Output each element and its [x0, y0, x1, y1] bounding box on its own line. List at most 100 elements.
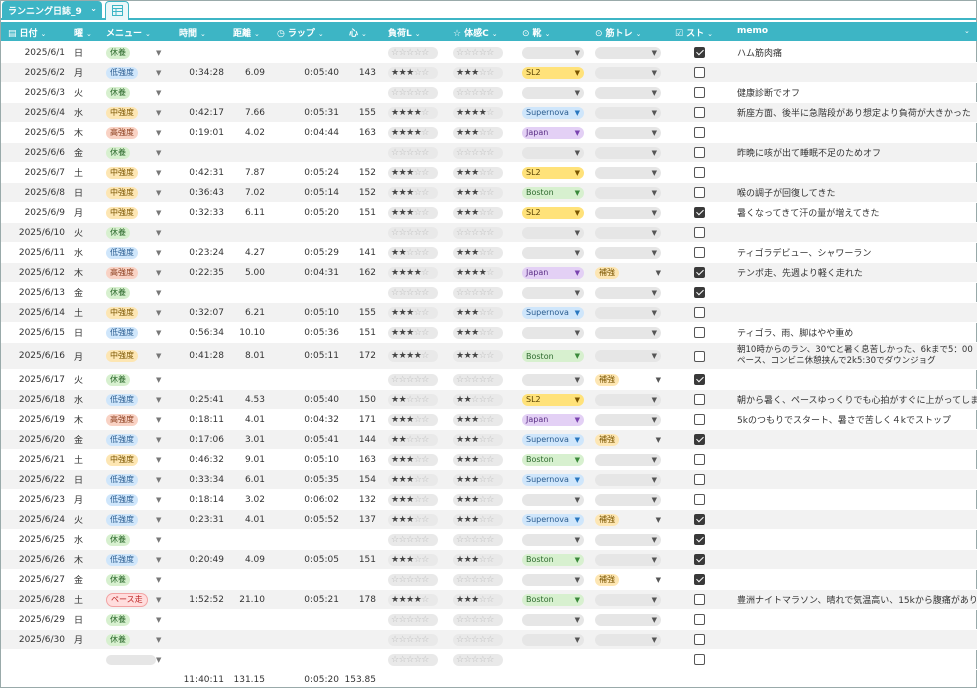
load-rating[interactable]: ☆☆☆☆☆ — [388, 226, 438, 239]
load-rating[interactable]: ☆☆☆☆☆ — [388, 46, 438, 59]
stretch-checkbox[interactable] — [694, 247, 705, 258]
chevron-down-icon[interactable]: ▼ — [575, 329, 580, 337]
cell-menu[interactable]: 休養 — [106, 223, 156, 242]
cell-distance[interactable]: 4.01 — [229, 510, 265, 529]
cell-feel[interactable]: ☆☆☆☆☆ — [453, 283, 505, 302]
strength-select[interactable]: ▼ — [595, 633, 661, 646]
load-rating[interactable]: ☆☆☆☆☆ — [388, 653, 438, 666]
cell-memo[interactable] — [737, 283, 977, 302]
chevron-down-icon[interactable]: ▼ — [652, 189, 657, 197]
chevron-down-icon[interactable]: ▼ — [656, 516, 661, 524]
cell-distance[interactable]: 4.01 — [229, 410, 265, 429]
cell-dow[interactable]: 火 — [74, 83, 90, 102]
cell-stretch[interactable] — [694, 650, 706, 669]
strength-select[interactable]: ▼ — [595, 246, 661, 259]
cell-distance[interactable] — [229, 610, 265, 629]
stretch-checkbox[interactable] — [694, 614, 705, 625]
cell-dow[interactable]: 日 — [74, 470, 90, 489]
cell-date[interactable]: 2025/6/14 — [1, 303, 65, 322]
chevron-down-icon[interactable]: ⌄ — [361, 30, 367, 38]
cell-lap[interactable]: 0:05:29 — [296, 243, 339, 262]
cell-time[interactable] — [186, 610, 224, 629]
cell-menu[interactable]: 低強度 — [106, 390, 156, 409]
cell-distance[interactable]: 6.01 — [229, 470, 265, 489]
cell-load[interactable]: ★★★☆☆ — [388, 470, 440, 489]
cell-dow[interactable]: 木 — [74, 410, 90, 429]
chevron-down-icon[interactable]: ▼ — [575, 576, 580, 584]
cell-hr[interactable]: 143 — [346, 63, 376, 82]
feel-rating[interactable]: ☆☆☆☆☆ — [453, 86, 503, 99]
shoes-select[interactable]: Boston ▼ — [522, 350, 584, 362]
cell-date[interactable]: 2025/6/3 — [1, 83, 65, 102]
cell-time[interactable]: 0:33:34 — [186, 470, 224, 489]
cell-stretch[interactable] — [694, 590, 706, 609]
cell-strength[interactable]: ▼ — [595, 123, 661, 142]
chevron-down-icon[interactable]: ▼ — [156, 303, 166, 322]
cell-load[interactable]: ★★★☆☆ — [388, 203, 440, 222]
feel-rating[interactable]: ★★★☆☆ — [453, 473, 503, 486]
cell-hr[interactable]: 172 — [346, 343, 376, 369]
cell-load[interactable]: ★★★☆☆ — [388, 550, 440, 569]
cell-time[interactable] — [186, 570, 224, 589]
cell-feel[interactable]: ★★★☆☆ — [453, 410, 505, 429]
feel-rating[interactable]: ☆☆☆☆☆ — [453, 573, 503, 586]
stretch-checkbox[interactable] — [694, 67, 705, 78]
cell-load[interactable]: ★★☆☆☆ — [388, 430, 440, 449]
cell-date[interactable]: 2025/6/7 — [1, 163, 65, 182]
cell-strength[interactable]: ▼ — [595, 323, 661, 342]
cell-hr[interactable] — [346, 610, 376, 629]
cell-shoes[interactable]: Japan ▼ — [522, 410, 584, 429]
cell-strength[interactable]: ▼ — [595, 163, 661, 182]
chevron-down-icon[interactable]: ⌄ — [707, 30, 713, 38]
cell-load[interactable]: ★★★☆☆ — [388, 163, 440, 182]
cell-menu[interactable]: 中強度 — [106, 450, 156, 469]
cell-lap[interactable]: 0:05:11 — [296, 343, 339, 369]
cell-dow[interactable]: 金 — [74, 283, 90, 302]
cell-hr[interactable] — [346, 530, 376, 549]
tab-running-log[interactable]: ランニング日誌_9 ⌄ — [2, 1, 102, 20]
feel-rating[interactable]: ★★★☆☆ — [453, 413, 503, 426]
strength-select[interactable]: 補強 ▼ — [595, 373, 661, 386]
chevron-down-icon[interactable]: ▼ — [652, 249, 657, 257]
cell-lap[interactable]: 0:05:21 — [296, 590, 339, 609]
cell-stretch[interactable] — [694, 610, 706, 629]
cell-date[interactable] — [1, 650, 65, 669]
feel-rating[interactable]: ☆☆☆☆☆ — [453, 613, 503, 626]
load-rating[interactable]: ☆☆☆☆☆ — [388, 633, 438, 646]
cell-load[interactable]: ★★★★☆ — [388, 263, 440, 282]
stretch-checkbox[interactable] — [694, 167, 705, 178]
cell-date[interactable]: 2025/6/13 — [1, 283, 65, 302]
cell-stretch[interactable] — [694, 203, 706, 222]
chevron-down-icon[interactable]: ▼ — [575, 109, 580, 117]
cell-time[interactable] — [186, 630, 224, 649]
strength-select[interactable]: ▼ — [595, 533, 661, 546]
cell-dow[interactable]: 土 — [74, 303, 90, 322]
cell-strength[interactable]: ▼ — [595, 390, 661, 409]
load-rating[interactable]: ★★☆☆☆ — [388, 433, 438, 446]
cell-distance[interactable]: 6.09 — [229, 63, 265, 82]
table-view-tab[interactable] — [105, 1, 129, 20]
cell-lap[interactable]: 0:04:32 — [296, 410, 339, 429]
stretch-checkbox[interactable] — [694, 147, 705, 158]
chevron-down-icon[interactable]: ▼ — [575, 396, 580, 404]
chevron-down-icon[interactable]: ▼ — [156, 550, 166, 569]
cell-distance[interactable] — [229, 283, 265, 302]
stretch-checkbox[interactable] — [694, 414, 705, 425]
cell-dow[interactable]: 土 — [74, 450, 90, 469]
cell-lap[interactable] — [296, 530, 339, 549]
cell-time[interactable]: 0:34:28 — [186, 63, 224, 82]
cell-memo[interactable]: ティゴラデビュー、シャワーラン — [737, 243, 977, 262]
cell-strength[interactable]: ▼ — [595, 43, 661, 62]
cell-time[interactable] — [186, 223, 224, 242]
cell-time[interactable]: 0:36:43 — [186, 183, 224, 202]
chevron-down-icon[interactable]: ▼ — [652, 396, 657, 404]
chevron-down-icon[interactable]: ▼ — [652, 69, 657, 77]
stretch-checkbox[interactable] — [694, 394, 705, 405]
cell-lap[interactable]: 0:05:10 — [296, 450, 339, 469]
shoes-select[interactable]: Boston ▼ — [522, 593, 584, 606]
cell-distance[interactable]: 6.21 — [229, 303, 265, 322]
cell-load[interactable]: ☆☆☆☆☆ — [388, 610, 440, 629]
cell-date[interactable]: 2025/6/17 — [1, 370, 65, 389]
cell-strength[interactable]: ▼ — [595, 410, 661, 429]
cell-date[interactable]: 2025/6/18 — [1, 390, 65, 409]
